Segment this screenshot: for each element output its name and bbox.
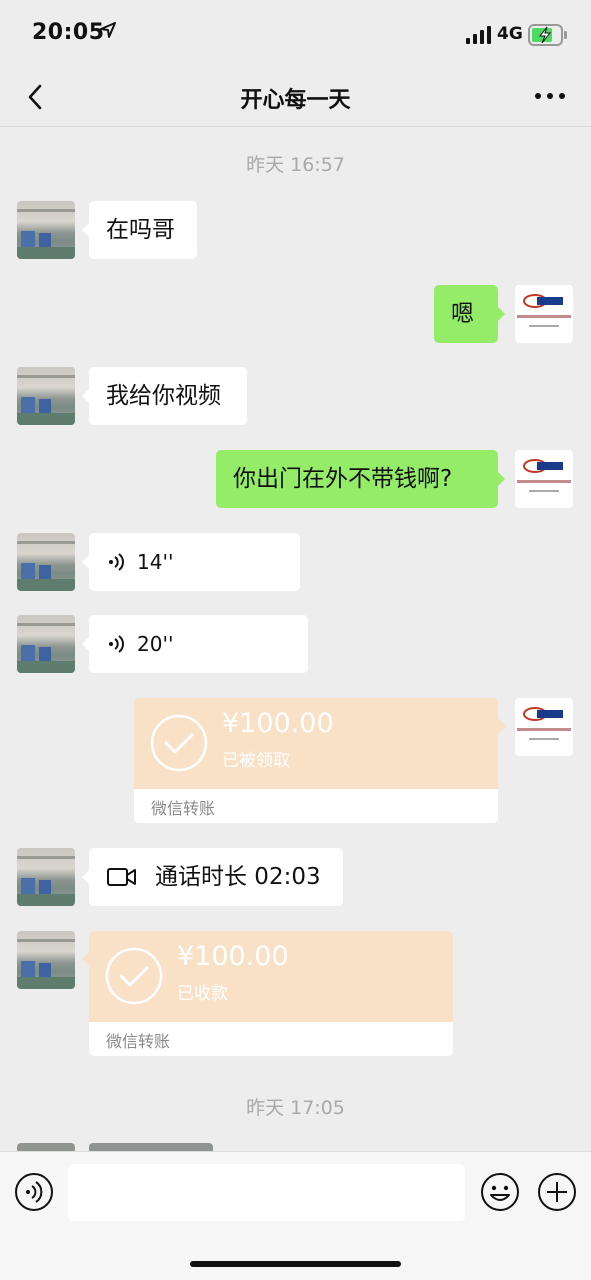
voice-wave-icon [109,635,124,653]
more-dots-icon[interactable] [532,86,568,106]
battery-icon [528,24,567,46]
avatar[interactable] [17,931,75,989]
timestamp: 昨天 17:05 [246,1097,345,1119]
transfer-status: 已收款 [177,984,228,1004]
message-bubble[interactable]: 我给你视频 [82,367,247,425]
voice-message[interactable]: 20'' [82,615,308,673]
voice-wave-icon [109,553,124,571]
call-record-message[interactable]: 通话时长 02:03 [82,848,343,906]
transfer-amount: ¥100.00 [177,941,289,972]
message-bubble[interactable]: 在吗哥 [82,201,197,259]
timestamp: 昨天 16:57 [246,154,345,176]
signal-icon [466,26,491,44]
message-input[interactable] [68,1164,465,1221]
transfer-label: 微信转账 [151,799,216,818]
transfer-card[interactable]: ¥100.00 已收款 微信转账 [89,931,453,1056]
transfer-status: 已被领取 [222,751,290,771]
call-duration: 通话时长 02:03 [155,864,321,890]
plus-circle-icon[interactable] [537,1172,577,1212]
video-camera-icon [107,868,136,886]
message-bubble[interactable]: 嗯 [434,285,505,343]
voice-duration: 20'' [137,632,174,656]
transfer-amount: ¥100.00 [222,708,334,739]
voice-message[interactable]: 14'' [82,533,300,591]
chat-title: 开心每一天 [240,88,351,113]
avatar[interactable] [17,533,75,591]
bubble-tail [82,951,90,967]
voice-input-icon[interactable] [14,1172,54,1212]
transfer-label: 微信转账 [106,1032,171,1051]
avatar[interactable] [17,848,75,906]
avatar[interactable] [515,698,573,756]
transfer-card[interactable]: ¥100.00 已被领取 微信转账 [134,698,498,823]
chat-header: 开心每一天 [0,70,591,127]
check-circle-icon [105,947,163,1005]
avatar[interactable] [17,201,75,259]
status-time: 20:05 [32,20,105,45]
avatar[interactable] [515,285,573,343]
voice-duration: 14'' [137,550,174,574]
location-arrow-icon [100,22,116,38]
emoji-icon[interactable] [480,1172,520,1212]
avatar[interactable] [515,450,573,508]
network-type: 4G [497,24,523,44]
message-bubble[interactable]: 你出门在外不带钱啊? [216,450,505,508]
check-circle-icon [150,714,208,772]
avatar[interactable] [17,615,75,673]
status-bar: 20:05 4G [0,0,591,70]
home-indicator[interactable] [190,1261,401,1267]
avatar[interactable] [17,367,75,425]
bubble-tail [498,718,506,734]
